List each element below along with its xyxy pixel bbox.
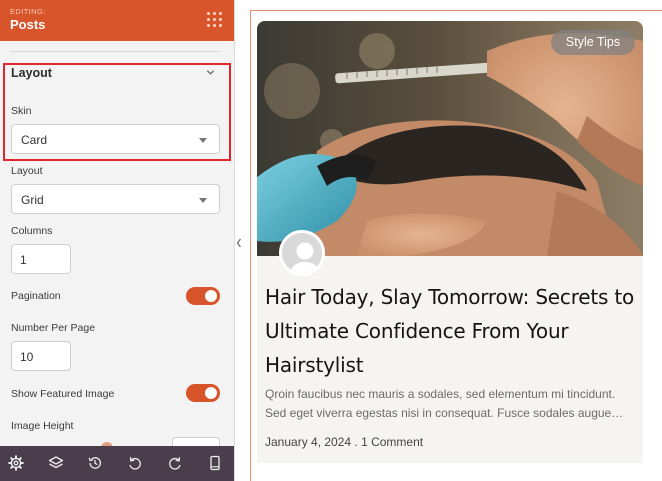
layout-select-value: Grid	[21, 193, 44, 207]
per-page-input[interactable]: 10	[11, 341, 71, 371]
bottom-toolbar	[0, 446, 234, 481]
divider	[10, 51, 220, 52]
undo-icon[interactable]	[127, 455, 143, 471]
post-meta: January 4, 2024 . 1 Comment	[265, 435, 423, 449]
toggle-knob	[205, 290, 217, 302]
sidebar-header: EDITING: Posts	[0, 0, 234, 41]
author-avatar[interactable]	[279, 230, 325, 276]
comments-link[interactable]: 1 Comment	[361, 435, 423, 449]
post-title-link[interactable]: Hair Today, Slay Tomorrow: Secrets to Ul…	[265, 280, 635, 382]
toggle-knob	[205, 387, 217, 399]
gear-icon[interactable]	[8, 455, 24, 471]
redo-icon[interactable]	[167, 455, 183, 471]
meta-separator: .	[351, 435, 362, 449]
editing-label: EDITING:	[10, 7, 46, 16]
mobile-preview-icon[interactable]	[207, 455, 223, 471]
columns-label: Columns	[11, 225, 53, 237]
pagination-label: Pagination	[11, 290, 61, 302]
collapse-sidebar-chevron-left-icon[interactable]	[234, 232, 244, 254]
module-title: Posts	[10, 17, 46, 32]
caret-down-icon	[199, 198, 207, 203]
highlight-box	[3, 63, 231, 161]
columns-input[interactable]: 1	[11, 244, 71, 274]
post-date: January 4, 2024	[265, 435, 352, 449]
history-icon[interactable]	[87, 455, 103, 471]
layout-label: Layout	[11, 165, 43, 177]
settings-sidebar: EDITING: Posts Layout Skin Card Layout G…	[0, 0, 235, 481]
pagination-toggle[interactable]	[186, 287, 220, 305]
per-page-value: 10	[20, 350, 34, 364]
featured-image[interactable]	[257, 21, 643, 256]
drag-grip-icon[interactable]	[207, 12, 223, 28]
image-height-label: Image Height	[11, 420, 74, 432]
featured-image-label: Show Featured Image	[11, 388, 115, 400]
per-page-label: Number Per Page	[11, 322, 96, 334]
layers-icon[interactable]	[48, 455, 64, 471]
columns-value: 1	[20, 253, 27, 267]
category-badge[interactable]: Style Tips	[551, 30, 635, 55]
post-excerpt: Qroin faucibus nec mauris a sodales, sed…	[265, 387, 624, 420]
featured-image-toggle[interactable]	[186, 384, 220, 402]
layout-select[interactable]: Grid	[11, 184, 220, 214]
